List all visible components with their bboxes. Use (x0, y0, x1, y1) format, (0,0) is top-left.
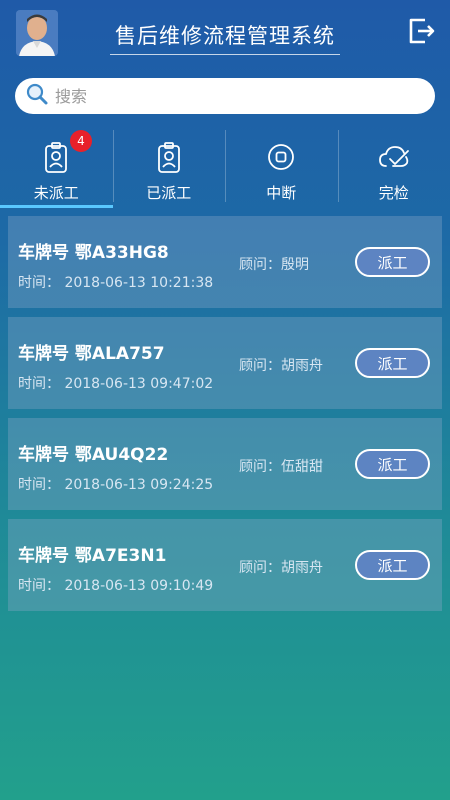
order-list: 车牌号 鄂A33HG8 时间： 2018-06-13 10:21:38 顾问：殷… (8, 216, 442, 620)
dispatch-button[interactable]: 派工 (355, 247, 430, 277)
order-time: 时间： 2018-06-13 09:47:02 (18, 376, 214, 392)
plate-number: 车牌号 鄂AU4Q22 (18, 445, 169, 465)
tab-label: 中断 (266, 184, 297, 202)
advisor-name: 顾问：胡雨舟 (239, 358, 323, 374)
user-avatar[interactable] (16, 10, 58, 56)
order-time: 时间： 2018-06-13 09:24:25 (18, 477, 214, 493)
search-icon (25, 82, 49, 110)
tab-label: 完检 (378, 184, 409, 202)
count-badge: 4 (70, 130, 92, 152)
plate-number: 车牌号 鄂A7E3N1 (18, 546, 167, 566)
app-header: 售后维修流程管理系统 (0, 0, 450, 70)
dispatch-button[interactable]: 派工 (355, 550, 430, 580)
list-item[interactable]: 车牌号 鄂A33HG8 时间： 2018-06-13 10:21:38 顾问：殷… (8, 216, 442, 308)
badge-person-icon (39, 140, 73, 174)
tab-interrupted[interactable]: 中断 (225, 128, 338, 208)
cloud-check-icon (377, 140, 411, 174)
stop-circle-icon (264, 140, 298, 174)
list-item[interactable]: 车牌号 鄂ALA757 时间： 2018-06-13 09:47:02 顾问：胡… (8, 317, 442, 409)
search-bar (15, 78, 435, 114)
dispatch-button[interactable]: 派工 (355, 449, 430, 479)
badge-person-icon (152, 140, 186, 174)
page-title: 售后维修流程管理系统 (110, 20, 340, 55)
list-item[interactable]: 车牌号 鄂A7E3N1 时间： 2018-06-13 09:10:49 顾问：胡… (8, 519, 442, 611)
advisor-name: 顾问：胡雨舟 (239, 560, 323, 576)
tab-dispatched[interactable]: 已派工 (112, 128, 226, 208)
dispatch-button[interactable]: 派工 (355, 348, 430, 378)
tab-inspected[interactable]: 完检 (337, 128, 450, 208)
plate-number: 车牌号 鄂A33HG8 (18, 243, 169, 263)
plate-number: 车牌号 鄂ALA757 (18, 344, 165, 364)
tab-undispatched[interactable]: 4 未派工 (0, 128, 113, 208)
tab-label: 未派工 (33, 184, 79, 202)
order-time: 时间： 2018-06-13 09:10:49 (18, 578, 214, 594)
status-tabs: 4 未派工 已派工 中断 完检 (0, 128, 450, 208)
logout-icon[interactable] (406, 16, 436, 46)
tab-label: 已派工 (146, 184, 192, 202)
advisor-name: 顾问：伍甜甜 (239, 459, 323, 475)
list-item[interactable]: 车牌号 鄂AU4Q22 时间： 2018-06-13 09:24:25 顾问：伍… (8, 418, 442, 510)
order-time: 时间： 2018-06-13 10:21:38 (18, 275, 214, 291)
advisor-name: 顾问：殷明 (239, 257, 309, 273)
search-input[interactable] (55, 86, 415, 106)
